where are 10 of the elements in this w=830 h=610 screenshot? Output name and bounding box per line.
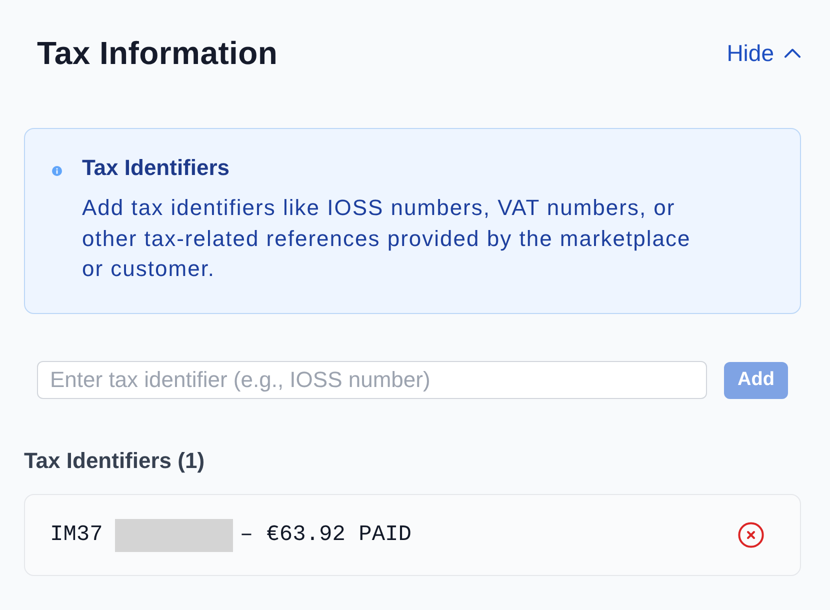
info-icon [52,166,62,176]
notice-text: Add tax identifiers like IOSS numbers, VAT numbers, or other tax-related references provided by the marketplace or customer. [82,194,692,283]
notice-title: Tax Identifiers [82,154,230,182]
identifier-text: – €63.92 PAID [240,521,412,549]
identifier-text: IM37 [50,521,103,549]
section-title: Tax Information [37,34,278,73]
tax-identifier-field[interactable]: Enter tax identifier (e.g., IOSS number) [37,361,707,399]
hide-toggle[interactable]: Hide [726,38,801,68]
remove-icon[interactable] [738,522,764,548]
list-heading: Tax Identifiers (1) [24,447,205,475]
